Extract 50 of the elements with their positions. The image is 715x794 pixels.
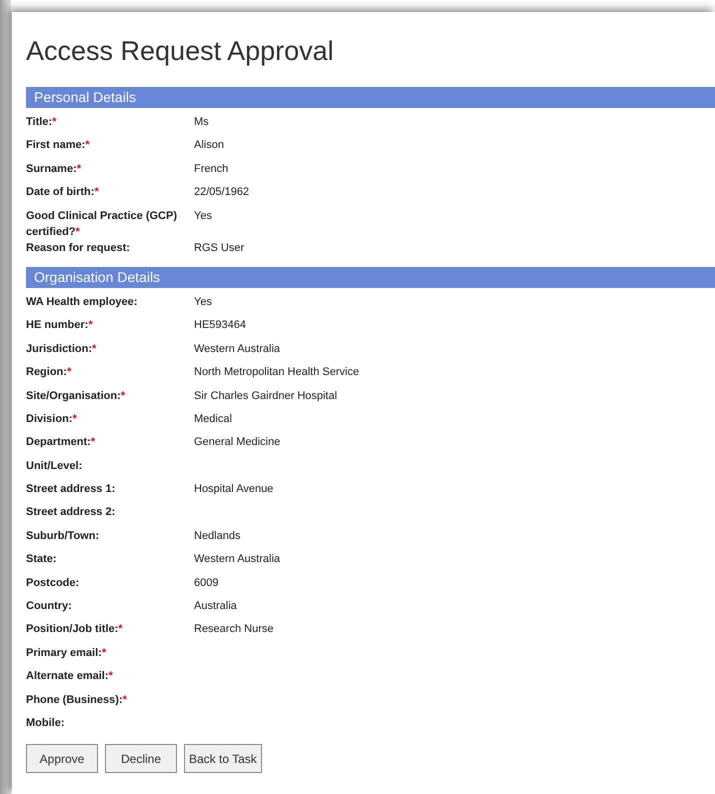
field-label: First name:* bbox=[26, 138, 91, 154]
field-value: Hospital Avenue bbox=[194, 482, 274, 498]
field-value: North Metropolitan Health Service bbox=[194, 365, 360, 380]
field-value: Research Nurse bbox=[194, 622, 274, 638]
field-label: Surname:* bbox=[26, 162, 82, 177]
field-value: General Medicine bbox=[194, 435, 280, 450]
field-label: Unit/Level: bbox=[26, 458, 84, 474]
section-header: Organisation Details bbox=[26, 266, 715, 288]
action-button[interactable]: Back to Task bbox=[184, 744, 262, 774]
field-label: Phone (Business):* bbox=[26, 692, 128, 708]
field-label: Site/Organisation:* bbox=[26, 388, 126, 404]
field-value: Western Australia bbox=[194, 342, 280, 357]
section-header: Personal Details bbox=[26, 87, 715, 108]
field-label: Good Clinical Practice (GCP) certified?* bbox=[26, 208, 178, 240]
field-label: Division:* bbox=[26, 412, 78, 427]
field-value: Sir Charles Gairdner Hospital bbox=[194, 388, 338, 404]
field-value: Yes bbox=[194, 294, 212, 310]
field-label: HE number:* bbox=[26, 318, 94, 334]
field-label: Department:* bbox=[26, 435, 96, 450]
field-label: Street address 2: bbox=[26, 505, 116, 520]
field-value: Western Australia bbox=[194, 552, 280, 568]
field-value: French bbox=[194, 162, 228, 177]
action-button[interactable]: Decline bbox=[105, 744, 177, 774]
field-label: Country: bbox=[26, 599, 73, 614]
action-button[interactable]: Approve bbox=[26, 744, 98, 774]
field-label: Title:* bbox=[26, 115, 58, 130]
field-value: RGS User bbox=[194, 240, 244, 256]
field-label: WA Health employee: bbox=[26, 294, 138, 310]
field-value: Ms bbox=[194, 115, 209, 130]
field-label: Reason for request: bbox=[26, 240, 131, 256]
field-value: Nedlands bbox=[194, 528, 240, 544]
field-label: State: bbox=[26, 552, 58, 568]
field-value: Australia bbox=[194, 599, 237, 614]
field-value: Alison bbox=[194, 138, 224, 154]
field-label: Postcode: bbox=[26, 576, 80, 591]
field-label: Street address 1: bbox=[26, 482, 116, 498]
field-value: 22/05/1962 bbox=[194, 185, 250, 200]
field-value: Yes bbox=[194, 208, 212, 224]
field-label: Date of birth:* bbox=[26, 185, 100, 200]
field-value: 6009 bbox=[194, 576, 218, 591]
page-title: Access Request Approval bbox=[26, 35, 335, 68]
field-label: Alternate email:* bbox=[26, 669, 114, 684]
field-label: Jurisdiction:* bbox=[26, 342, 98, 357]
field-label: Position/Job title:* bbox=[26, 622, 124, 638]
field-value: Medical bbox=[194, 412, 232, 427]
field-label: Region:* bbox=[26, 365, 72, 380]
field-label: Mobile: bbox=[26, 716, 66, 731]
field-label: Primary email:* bbox=[26, 646, 108, 661]
field-label: Suburb/Town: bbox=[26, 528, 100, 544]
field-value: HE593464 bbox=[194, 318, 246, 334]
